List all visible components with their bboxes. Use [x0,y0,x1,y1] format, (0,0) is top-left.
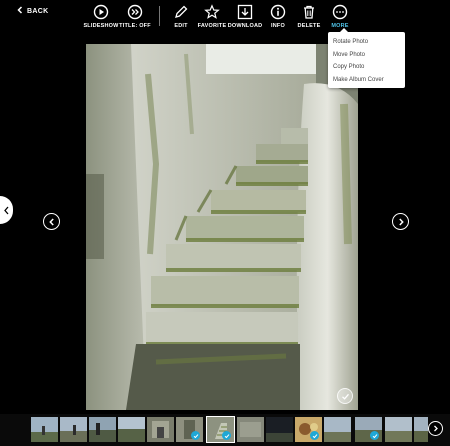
filmstrip-thumbnail[interactable] [237,417,264,442]
edit-label: EDIT [174,23,188,29]
pencil-icon [173,4,189,20]
filmstrip-next-button[interactable] [428,421,443,436]
menu-item-rotate-photo[interactable]: Rotate Photo [328,36,405,49]
thumbnail-check-icon [222,431,231,440]
filmstrip-thumbnail[interactable] [295,417,322,442]
title-toggle-label: TITLE: OFF [119,23,151,29]
thumbnail-check-icon [370,431,379,440]
filmstrip-thumbnail[interactable] [31,417,58,442]
back-button[interactable]: BACK [16,5,48,17]
menu-item-copy-photo[interactable]: Copy Photo [328,61,405,74]
filmstrip-thumbnail[interactable] [355,417,382,442]
filmstrip-thumbnail[interactable] [176,417,203,442]
chevron-right-icon [434,425,438,432]
filmstrip-thumbnail[interactable] [266,417,293,442]
trash-icon [301,4,317,20]
thumbnail-check-icon [191,431,200,440]
download-icon [237,4,253,20]
filmstrip [0,414,450,446]
menu-item-move-photo[interactable]: Move Photo [328,49,405,62]
next-photo-button[interactable] [392,213,409,230]
side-panel-toggle[interactable] [0,196,13,224]
star-icon [204,4,220,20]
title-toggle-button[interactable]: TITLE: OFF [113,4,157,29]
menu-item-make-album-cover[interactable]: Make Album Cover [328,74,405,87]
filmstrip-thumbnail[interactable] [385,417,412,442]
chevron-right-icon [398,217,404,226]
more-dots-icon [332,4,348,20]
filmstrip-thumbnail[interactable] [324,417,351,442]
filmstrip-thumbnail[interactable] [147,417,174,442]
more-menu: Rotate Photo Move Photo Copy Photo Make … [328,28,405,88]
menu-caret [340,28,348,32]
filmstrip-thumbnail[interactable] [118,417,145,442]
filmstrip-thumbnail[interactable] [60,417,87,442]
photo-check-badge[interactable] [337,388,353,404]
filmstrip-thumbnail-selected[interactable] [206,416,235,443]
play-circle-icon [93,4,109,20]
title-toggle-icon [127,4,143,20]
previous-photo-button[interactable] [43,213,60,230]
back-label: BACK [27,7,49,15]
filmstrip-thumbnail[interactable] [414,417,428,442]
thumbnail-check-icon [310,431,319,440]
more-button[interactable]: MORE [318,4,362,29]
photo-viewer: BACK SLIDESHOW TITLE: OFF EDIT FAVORITE … [0,0,450,446]
check-icon [341,393,349,400]
main-photo [86,44,358,410]
chevron-left-icon [4,206,9,214]
info-icon [270,4,286,20]
chevron-left-icon [48,217,54,226]
chevron-left-icon [16,6,24,16]
filmstrip-thumbnail[interactable] [89,417,116,442]
info-label: INFO [271,23,285,29]
